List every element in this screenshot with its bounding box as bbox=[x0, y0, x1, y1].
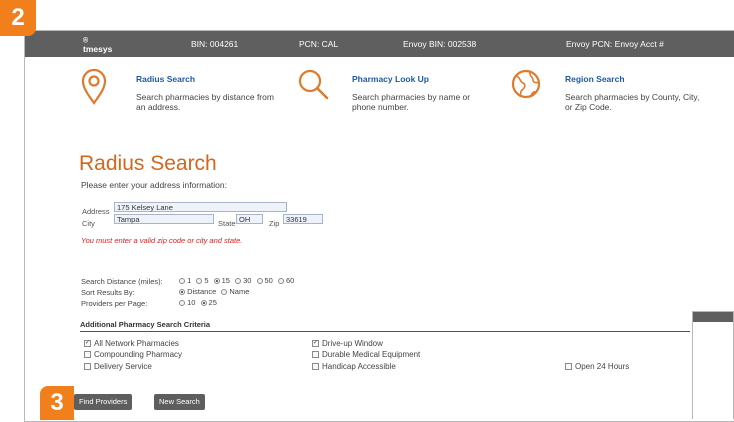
envoy-bin-text: Envoy BIN: 002538 bbox=[403, 39, 477, 49]
bin-text: BIN: 004261 bbox=[191, 39, 239, 49]
side-panel bbox=[692, 311, 734, 419]
per-page-25-radio[interactable]: 25 bbox=[200, 298, 217, 307]
pcn-text: PCN: CAL bbox=[299, 39, 339, 49]
pharmacy-lookup-desc: Search pharmacies by name or phone numbe… bbox=[352, 92, 471, 112]
open-24-checkbox[interactable]: Open 24 Hours bbox=[565, 362, 629, 371]
region-search-link[interactable]: Region Search bbox=[565, 74, 625, 84]
drive-up-checkbox[interactable]: ✓ Drive-up Window bbox=[312, 339, 383, 348]
envoy-pcn-text: Envoy PCN: Envoy Acct # bbox=[566, 39, 664, 49]
compounding-checkbox[interactable]: Compounding Pharmacy bbox=[84, 350, 182, 359]
city-input[interactable]: Tampa bbox=[114, 214, 214, 224]
sort-row: Sort Results By: Distance Name bbox=[81, 287, 252, 297]
sort-name-radio[interactable]: Name bbox=[221, 287, 249, 296]
handicap-checkbox[interactable]: Handicap Accessible bbox=[312, 362, 396, 371]
pharmacy-lookup-link[interactable]: Pharmacy Look Up bbox=[352, 74, 429, 84]
brand-logo: tmesys ® bbox=[83, 37, 113, 54]
criteria-divider bbox=[80, 331, 690, 332]
criteria-title: Additional Pharmacy Search Criteria bbox=[80, 320, 211, 329]
distance-label: Search Distance (miles): bbox=[81, 276, 163, 286]
region-search-desc: Search pharmacies by County, City, or Zi… bbox=[565, 92, 700, 112]
address-label: Address bbox=[82, 207, 110, 216]
state-input[interactable]: OH bbox=[236, 214, 263, 224]
per-page-label: Providers per Page: bbox=[81, 298, 148, 308]
distance-option[interactable]: 15 bbox=[213, 276, 230, 285]
city-label: City bbox=[82, 219, 95, 228]
distance-row: Search Distance (miles): 1 5 15 30 50 60 bbox=[81, 276, 297, 286]
delivery-checkbox[interactable]: Delivery Service bbox=[84, 362, 152, 371]
distance-option[interactable]: 1 bbox=[179, 276, 191, 285]
page-title: Radius Search bbox=[79, 152, 217, 175]
zip-label: Zip bbox=[269, 219, 280, 228]
step-2-badge: 2 bbox=[0, 0, 36, 36]
dme-checkbox[interactable]: Durable Medical Equipment bbox=[312, 350, 420, 359]
sort-label: Sort Results By: bbox=[81, 287, 135, 297]
address-input[interactable]: 175 Kelsey Lane bbox=[114, 202, 287, 212]
magnifier-icon bbox=[298, 69, 329, 100]
step-3-badge: 3 bbox=[40, 386, 74, 420]
globe-icon bbox=[511, 69, 541, 99]
distance-option[interactable]: 5 bbox=[196, 276, 209, 285]
radius-search-link[interactable]: Radius Search bbox=[136, 74, 195, 84]
radius-search-desc: Search pharmacies by distance from an ad… bbox=[136, 92, 274, 112]
address-intro: Please enter your address information: bbox=[81, 180, 227, 190]
validation-error: You must enter a valid zip code or city … bbox=[81, 236, 243, 245]
state-label: State bbox=[218, 219, 236, 228]
distance-option[interactable]: 50 bbox=[256, 276, 273, 285]
per-page-10-radio[interactable]: 10 bbox=[179, 298, 195, 307]
distance-option[interactable]: 30 bbox=[235, 276, 251, 285]
zip-input[interactable]: 33619 bbox=[283, 214, 323, 224]
top-bar: tmesys ® BIN: 004261 PCN: CAL Envoy BIN: … bbox=[25, 31, 734, 57]
location-pin-icon bbox=[81, 68, 107, 105]
new-search-button[interactable]: New Search bbox=[154, 394, 205, 410]
find-providers-button[interactable]: Find Providers bbox=[74, 394, 133, 410]
distance-option[interactable]: 60 bbox=[277, 276, 294, 285]
sort-distance-radio[interactable]: Distance bbox=[179, 287, 216, 296]
per-page-row: Providers per Page: 10 25 bbox=[81, 298, 220, 308]
all-network-checkbox[interactable]: ✓ All Network Pharmacies bbox=[84, 339, 179, 348]
